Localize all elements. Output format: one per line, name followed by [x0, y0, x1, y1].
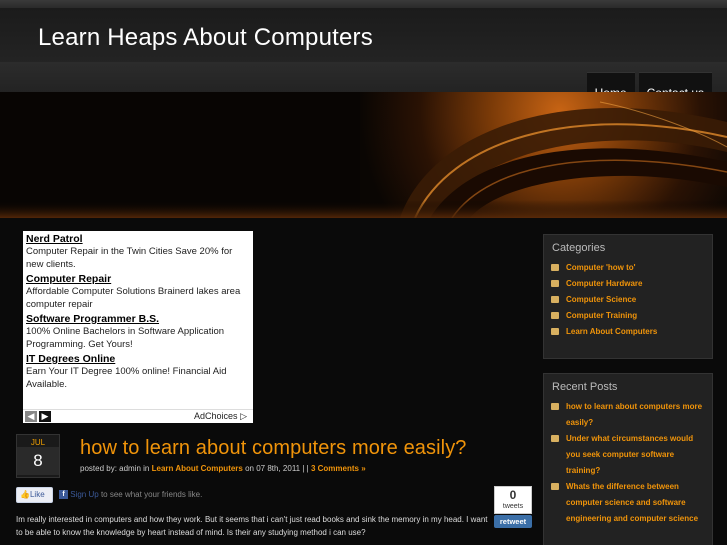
ad-body: Affordable Computer Solutions Brainerd l… [26, 286, 241, 310]
tweet-counter: 0 tweets [494, 486, 532, 514]
recent-post-link[interactable]: Under what circumstances would you seek … [551, 431, 704, 479]
categories-list: Computer 'how to' Computer Hardware Comp… [544, 258, 712, 346]
adchoices-label: AdChoices [194, 411, 238, 421]
site-title[interactable]: Learn Heaps About Computers [38, 24, 373, 52]
folder-icon [551, 435, 559, 442]
like-label: Like [29, 490, 45, 499]
ad-body: 100% Online Bachelors in Software Applic… [26, 326, 225, 350]
facebook-like-button[interactable]: 👍Like [16, 487, 53, 503]
ad-body: Computer Repair in the Twin Cities Save … [26, 246, 233, 270]
ad-title[interactable]: Nerd Patrol [26, 233, 250, 245]
categories-widget: Categories Computer 'how to' Computer Ha… [543, 234, 713, 359]
post-date: JUL 8 [16, 434, 60, 478]
post-comments-link[interactable]: 3 Comments » [311, 464, 366, 473]
recent-post-link[interactable]: how to learn about computers more easily… [551, 399, 704, 431]
post-title[interactable]: how to learn about computers more easily… [80, 437, 467, 460]
post-meta: posted by: admin in Learn About Computer… [80, 464, 366, 473]
facebook-signup: f Sign Up to see what your friends like. [59, 490, 203, 500]
folder-icon [551, 280, 559, 287]
post-meta-author: posted by: admin in [80, 464, 150, 473]
tweet-label: tweets [502, 503, 524, 510]
ad-prev-icon[interactable]: ◀ [25, 411, 37, 422]
ad-footer: ◀ ▶ AdChoices ▷ [23, 409, 253, 423]
signup-text: to see what your friends like. [100, 490, 203, 499]
recent-post-label: Whats the difference between computer sc… [566, 482, 699, 523]
category-link[interactable]: Learn About Computers [551, 324, 704, 340]
ad-next-icon[interactable]: ▶ [39, 411, 51, 422]
thumbs-up-icon: 👍 [20, 490, 30, 499]
recent-post-label: how to learn about computers more easily… [566, 402, 703, 427]
post-body: Im really interested in computers and ho… [16, 515, 488, 537]
folder-icon [551, 312, 559, 319]
category-link[interactable]: Computer Science [551, 292, 704, 308]
adchoices-icon: ▷ [240, 411, 247, 421]
recent-posts-widget: Recent Posts how to learn about computer… [543, 373, 713, 545]
folder-icon [551, 264, 559, 271]
ad-block[interactable]: Nerd Patrol Computer Repair in the Twin … [23, 231, 253, 423]
ad-title[interactable]: IT Degrees Online [26, 353, 250, 365]
folder-icon [551, 328, 559, 335]
post-meta-date: on 07 8th, 2011 | | [245, 464, 309, 473]
tweet-count: 0 [509, 488, 517, 502]
folder-icon [551, 296, 559, 303]
folder-icon [551, 483, 559, 490]
recent-post-label: Under what circumstances would you seek … [566, 434, 694, 475]
top-strip [0, 0, 727, 8]
signup-link[interactable]: Sign Up [70, 490, 98, 499]
categories-heading: Categories [552, 242, 606, 254]
folder-icon [551, 403, 559, 410]
ad-title[interactable]: Computer Repair [26, 273, 250, 285]
category-label: Computer 'how to' [566, 263, 636, 272]
category-label: Computer Hardware [566, 279, 643, 288]
header-banner [0, 92, 727, 218]
facebook-icon: f [59, 490, 68, 500]
ad-body: Earn Your IT Degree 100% online! Financi… [26, 366, 227, 390]
category-label: Learn About Computers [566, 327, 658, 336]
banner-artwork [0, 92, 727, 218]
ad-item[interactable]: Computer Repair Affordable Computer Solu… [23, 271, 253, 311]
ad-title[interactable]: Software Programmer B.S. [26, 313, 250, 325]
ad-item[interactable]: Nerd Patrol Computer Repair in the Twin … [23, 231, 253, 271]
retweet-button[interactable]: retweet [494, 515, 532, 528]
ad-item[interactable]: Software Programmer B.S. 100% Online Bac… [23, 311, 253, 351]
category-link[interactable]: Computer Training [551, 308, 704, 324]
adchoices-link[interactable]: AdChoices ▷ [194, 411, 247, 422]
category-label: Computer Science [566, 295, 637, 304]
category-link[interactable]: Computer Hardware [551, 276, 704, 292]
ad-item[interactable]: IT Degrees Online Earn Your IT Degree 10… [23, 351, 253, 391]
recent-posts-list: how to learn about computers more easily… [544, 397, 712, 533]
post-category-link[interactable]: Learn About Computers [152, 464, 243, 473]
post-date-month: JUL [30, 438, 46, 447]
recent-post-link[interactable]: Whats the difference between computer sc… [551, 479, 704, 527]
post-date-day: 8 [17, 447, 59, 475]
category-label: Computer Training [566, 311, 638, 320]
category-link[interactable]: Computer 'how to' [551, 260, 704, 276]
recent-posts-heading: Recent Posts [552, 381, 618, 393]
